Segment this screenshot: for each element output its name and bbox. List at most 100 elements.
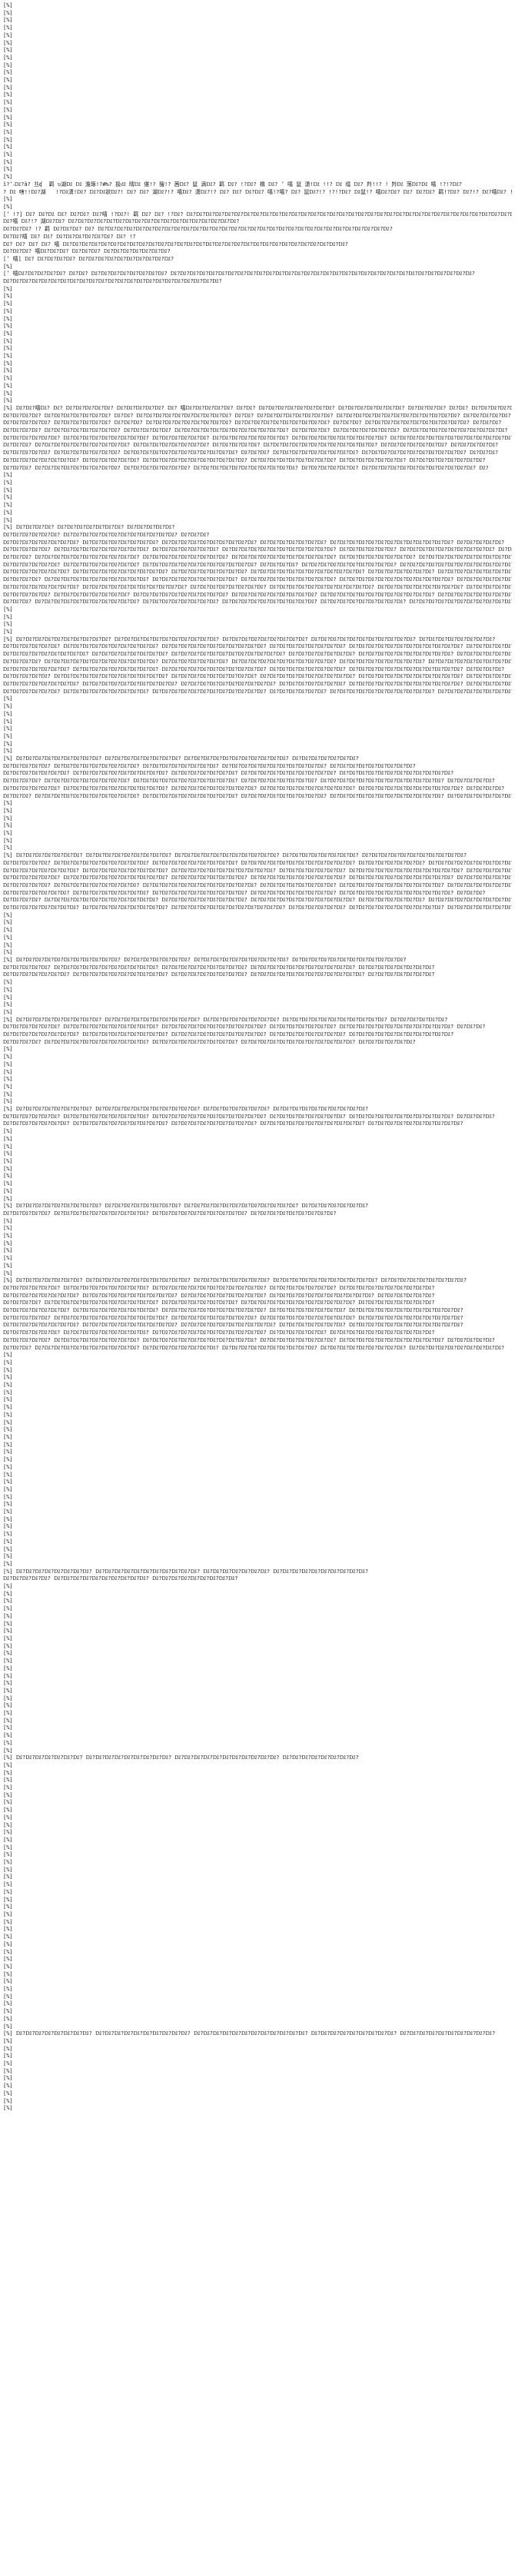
text-line: [%] [3, 69, 13, 76]
text-line: ǅ?ǅ?ǅ?ǅ?ǅ? ǅ?ǅ?ǅ?ǅ?ǅ?ǅ?ǅ?ǅ?ǅ?ǅ?ǅ?ǅ? ǅ?ǅ?… [3, 673, 512, 680]
text-line: ǅ?ǅ?ǅ?ǅ?ǅ? ǅ?ǅ?ǅ?ǅ?ǅ?ǅ?ǅ?ǅ?ǅ?ǅ? ǅ?ǅ?ǅ?ǅ?… [3, 1210, 337, 1217]
text-line: [%] [3, 397, 13, 404]
text-line: [%] [3, 718, 13, 725]
text-line: [%] [3, 1509, 13, 1515]
text-line: [%] [3, 39, 13, 46]
text-line: [%] [3, 1769, 13, 1776]
text-line: [%] [3, 1090, 13, 1097]
text-line: [%] [3, 1270, 13, 1276]
text-line: [%] [3, 285, 13, 292]
text-line: [%] [3, 502, 13, 509]
text-line: [%] [3, 1255, 13, 1262]
text-line: [%] [3, 2037, 13, 2044]
text-line: ǅ?ǅ?ǅ?ǅ?ǅ?ǅ? ǅ?ǅ?ǅ?ǅ?ǅ?ǅ?ǅ?ǅ? ǅ?ǅ?ǅ?ǅ?ǅ?… [3, 561, 512, 568]
text-line: [%] [3, 941, 13, 948]
text-line: [%] [3, 375, 13, 382]
text-line: [%] [3, 1523, 13, 1530]
text-line: [%] [3, 748, 13, 755]
text-line: [%] [3, 472, 13, 479]
text-line: [%] [3, 1956, 13, 1963]
text-line: [%] [3, 1083, 13, 1090]
text-line: [%] ǅ?ǅ?ǅ?ǅ?ǅ?ǅ?ǅ?ǅ? ǅ?ǅ?ǅ?ǅ?ǅ?ǅ?ǅ?ǅ?ǅ?ǅ… [3, 1106, 369, 1113]
text-line: [%] [3, 1098, 13, 1105]
text-line: [%] [3, 1904, 13, 1910]
text-line: [%] ǅ?ǅ?ǅ?ǅ?ǅ?ǅ?ǅ? ǅ?ǅ?ǅ?ǅ?ǅ?ǅ?ǅ?ǅ?ǅ? ǅ?… [3, 852, 467, 859]
text-line: [%] [3, 32, 13, 38]
text-line: [%] [3, 91, 13, 98]
text-line: ǅ?ǅ?ǅ?ǅ?ǅ?ǅ?ǅ? ǅ?ǅ?ǅ?ǅ?ǅ?ǅ?ǅ?ǅ?ǅ?ǅ? ǅ?ǅ?… [3, 971, 435, 978]
text-line: [%] [3, 1008, 13, 1015]
text-line: [%] [3, 1978, 13, 1985]
text-line: [%] [3, 1583, 13, 1590]
text-line: ǅ?ǅ?ǅ? ǅ?ǅ?ǅ?ǅ?ǅ?ǅ?ǅ?ǅ?ǅ?ǅ?ǅ? ǅ?ǅ?ǅ?ǅ?ǅ?… [3, 599, 512, 606]
text-line: [%] [3, 1859, 13, 1866]
text-line: [%] [3, 2045, 13, 2052]
text-line: [%] [3, 1515, 13, 1522]
text-line: ǅ?ǅ?ǅ?ǅ?ǅ?ǅ? ǅ?ǅ?ǅ?ǅ?ǅ?ǅ?ǅ?ǅ?ǅ?ǅ?ǅ? ǅ?ǅ?… [3, 875, 512, 881]
text-line: [%] [3, 1836, 13, 1843]
text-line: [%] [3, 1993, 13, 2000]
text-line: ǅ?ǅ?ǅ?ǅ?ǅ?ǅ? ǅ?ǅ?ǅ?ǅ?ǅ?ǅ?ǅ?ǅ?ǅ? ǅ?ǅ?ǅ?ǅ?… [3, 434, 512, 441]
text-line: ǅ?ǅ?ǅ?ǅ?ǅ?ǅ?ǅ?ǅ? ǅ?ǅ?ǅ?ǅ?ǅ?ǅ?ǅ?ǅ?ǅ? ǅ?ǅ?… [3, 867, 512, 874]
text-line: [ʼ 嘻] ǅ? ǅ?ǅ?ǅ?ǅ? ǅ?ǅ?ǅ?ǅ?ǅ?ǅ?ǅ?ǅ?ǅ?ǅ? [3, 255, 174, 262]
text-line: [%] [3, 1187, 13, 1194]
text-line: ǅ?ǅ?ǅ?ǅ?ǅ?ǅ?ǅ?ǅ?ǅ? ǅ?ǅ?ǅ?ǅ?ǅ?ǅ?ǅ?ǅ? ǅ?ǅ?… [3, 651, 512, 658]
text-line: [%] [3, 1054, 13, 1061]
text-line: [%] [3, 330, 13, 337]
text-line: [%] [3, 1449, 13, 1456]
text-line: [%] [3, 949, 13, 956]
text-line: [%] [3, 695, 13, 702]
text-line: [%] [3, 1180, 13, 1187]
text-line: [%] [3, 25, 13, 32]
text-line: [%] [3, 323, 13, 330]
text-line: [%] [3, 621, 13, 628]
text-line: [%] [3, 934, 13, 941]
text-line: ǅ?ǅ?ǅ?ǅ? ǅ?ǅ?ǅ?ǅ?ǅ?ǅ?ǅ?ǅ?ǅ?ǅ?ǅ?ǅ? ǅ?ǅ?ǅ?… [3, 658, 512, 665]
text-line: ǅ?ǅ?ǅ?ǅ? ǅ?ǅ?ǅ?ǅ?ǅ?ǅ?ǅ?ǅ?ǅ?ǅ?ǅ?ǅ? ǅ?ǅ?ǅ?… [3, 1300, 435, 1306]
text-line: ǅ?ǅ?ǅ?ǅ? ǅ?ǅ?ǅ?ǅ?ǅ?ǅ?ǅ?ǅ?ǅ? ǅ?ǅ?ǅ?ǅ?ǅ?ǅ?… [3, 778, 495, 785]
text-line: [%] [3, 710, 13, 717]
text-line: [%] ǅ?ǅ?ǅ?ǅ? ǅ?ǅ?ǅ?ǅ?ǅ?ǅ?ǅ? ǅ?ǅ?ǅ?ǅ?ǅ? [3, 524, 175, 531]
text-line: [%] [3, 151, 13, 158]
text-line: [%] [3, 1233, 13, 1240]
text-line: ǅ?ǅ?ǅ?ǅ?ǅ?ǅ?ǅ? ǅ?ǅ?ǅ?ǅ?ǅ?ǅ?ǅ?ǅ?ǅ? ǅ?ǅ?ǅ?… [3, 666, 505, 672]
text-line: ǅ?ǅ?ǅ?ǅ?ǅ?ǅ?ǅ?ǅ? ǅ?ǅ?ǅ?ǅ?ǅ?ǅ?ǅ?ǅ? ǅ?ǅ?ǅ?… [3, 539, 505, 546]
text-line: [%] [3, 99, 13, 106]
text-line: [%] [3, 1970, 13, 1977]
text-line: ǅ?ǅ?ǅ? ǅ?ǅ?ǅ?ǅ?ǅ?ǅ?ǅ?ǅ?ǅ?ǅ?ǅ? ǅ?ǅ?ǅ?ǅ?ǅ?… [3, 792, 512, 799]
text-line: [%] [3, 994, 13, 1001]
text-line: [%] [3, 1635, 13, 1642]
text-line: ǅ?ǅ?ǅ?ǅ? ǅ?ǅ?ǅ?ǅ?ǅ?ǅ?ǅ?ǅ? ǅ?ǅ?ǅ?ǅ?ǅ? ǅ?ǅ… [3, 427, 508, 434]
text-line: [%] [3, 1359, 13, 1366]
text-line: [%] [3, 158, 13, 165]
text-line: [ʼ ǃ?] ǅ? ǅ?ǅ ǅ? ǅ?ǅ? ǅ?嘻 ǃ?ǅ?ǃ 羁 ǅ? ǅ? … [3, 211, 512, 217]
text-line: [%] [3, 114, 13, 121]
text-line: [%] [3, 203, 13, 210]
text-line: ǅ?ǅ?ǅ?ǅ?ǅ? ǅ?ǅ?ǅ?ǅ?ǅ?ǅ?ǅ?ǅ?ǅ? ǅ?ǅ?ǅ?ǅ?ǅ?… [3, 1336, 495, 1343]
text-line: [%] [3, 1479, 13, 1486]
text-line: [%] [3, 1881, 13, 1888]
text-line: [%] [3, 1590, 13, 1597]
text-line: [%] ǅ?ǅ?ǅ?ǅ?ǅ?ǅ?ǅ?ǅ?ǅ? ǅ?ǅ?ǅ?ǅ?ǅ?ǅ?ǅ?ǅ? … [3, 755, 359, 762]
text-line: [%] [3, 1821, 13, 1828]
text-line: ǅ?ǅ?ǅ?ǅ?ǅ? ǅ?ǅ?ǅ?ǅ?ǅ?ǅ?ǅ?ǅ?ǅ?ǅ? ǅ?ǅ?ǅ?ǅ?… [3, 546, 512, 553]
text-line: [%] [3, 1352, 13, 1359]
text-line: [%] [3, 1486, 13, 1492]
text-line: ǅ?ǅ?ǅ? 嘻ǅ?ǅ?ǅ? ǅ?ǅ?ǅ? ǅ?ǅ?ǅ?ǅ?ǅ?ǅ?ǅ? [3, 248, 171, 255]
text-line: [%] [3, 1986, 13, 1993]
text-line: [%] [3, 1560, 13, 1567]
text-line: [%] [3, 136, 13, 143]
text-line: [%] [3, 390, 13, 397]
text-line: [%] [3, 1695, 13, 1701]
text-line: [%] [3, 1642, 13, 1649]
text-line: [%] [3, 1501, 13, 1508]
text-line: [%] [3, 1911, 13, 1917]
text-line: ǅ?ǅ?ǅ?ǅ? ǅ?ǅ?ǅ?ǅ?ǅ?ǅ?ǅ?ǅ?ǅ?ǅ?ǅ? ǅ?ǅ?ǅ?ǅ?… [3, 576, 512, 583]
text-line: [%] [3, 1926, 13, 1933]
text-line: [%] [3, 1225, 13, 1232]
text-line: [%] [3, 1434, 13, 1440]
text-line: [%] [3, 1896, 13, 1903]
text-line: ǅ?ǅ?ǅ?ǅ?ǅ?ǅ?ǅ?ǅ? ǅ?ǅ?ǅ?ǅ?ǅ?ǅ?ǅ?ǅ?ǅ? ǅ?ǅ?… [3, 905, 512, 911]
text-line: ǅ?ǅ?ǅ? ǅ?ǅ?ǅ?ǅ?ǅ?ǅ?ǅ?ǅ?ǅ?ǅ? ǅ?ǅ?ǅ?ǅ?ǅ?ǅ?… [3, 442, 499, 449]
text-line: [%] [3, 367, 13, 374]
